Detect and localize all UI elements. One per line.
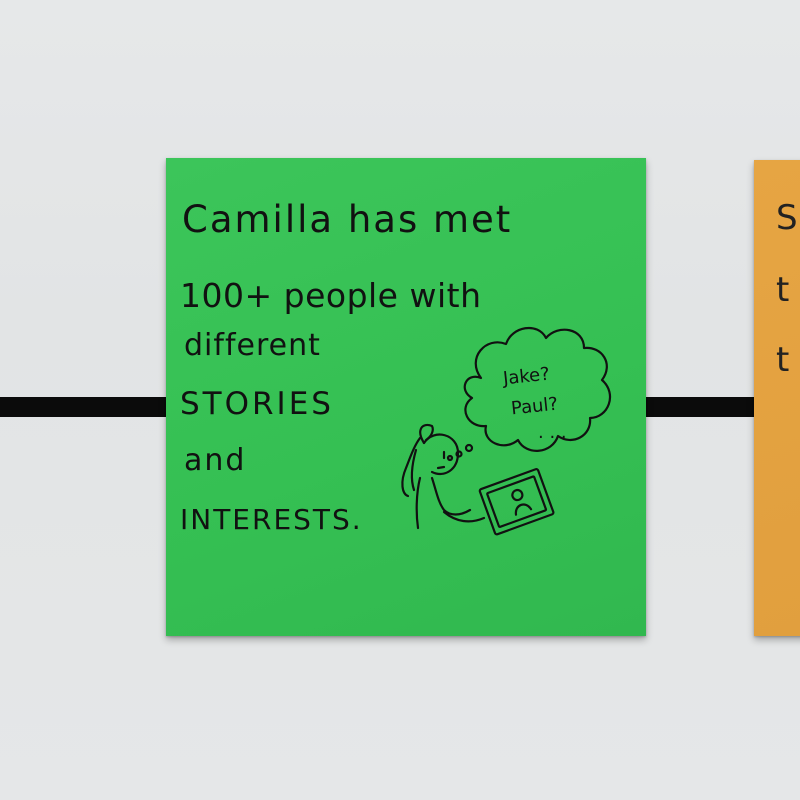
thought-text: . . .	[538, 422, 567, 443]
note-line: STORIES	[180, 386, 334, 422]
girl-holding-photo-icon	[401, 327, 612, 536]
note-fragment: S	[776, 198, 798, 238]
note-fragment: t	[776, 270, 790, 310]
note-line: INTERESTS.	[180, 503, 363, 536]
note-line: Camilla has met	[182, 198, 513, 241]
note-line: different	[184, 328, 321, 363]
green-sticky-note: Camilla has met 100+ people with differe…	[166, 158, 646, 636]
orange-sticky-note: S t t	[754, 160, 800, 636]
note-fragment: t	[776, 340, 790, 380]
note-line: 100+ people with	[180, 276, 482, 315]
note-line: and	[184, 443, 247, 478]
